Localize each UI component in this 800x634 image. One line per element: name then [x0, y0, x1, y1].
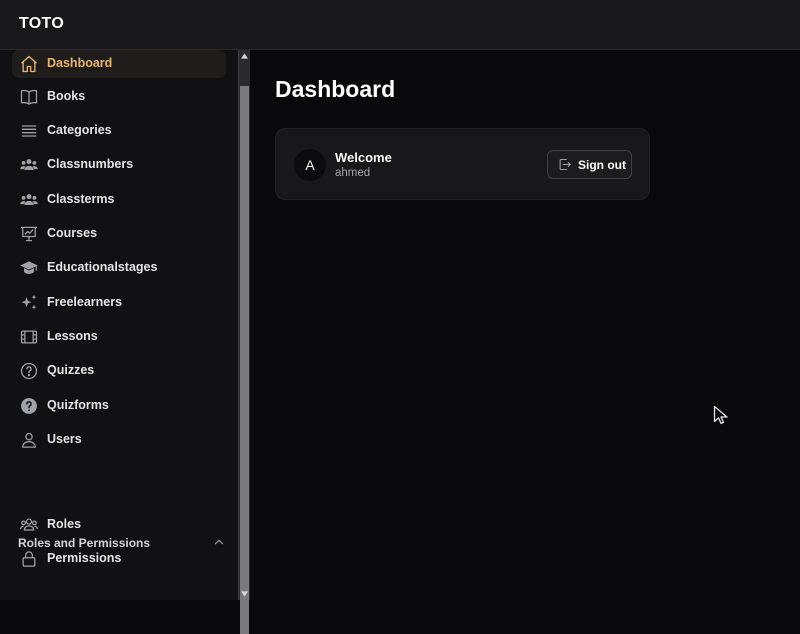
users-icon — [19, 515, 39, 535]
question-circle-icon — [19, 361, 39, 381]
sidebar-item-label: Educationalstages — [47, 260, 158, 274]
sidebar-item-label: Quizforms — [47, 398, 109, 412]
sidebar-item-courses[interactable]: Courses — [12, 220, 226, 248]
sparkles-icon — [19, 293, 39, 313]
username-text: ahmed — [335, 167, 371, 179]
sidebar-item-quizforms[interactable]: Quizforms — [12, 392, 226, 420]
sidebar-item-label: Classterms — [47, 192, 115, 206]
sidebar-item-dashboard[interactable]: Dashboard — [12, 50, 226, 78]
user-icon — [19, 430, 39, 450]
question-circle-solid-icon — [19, 396, 39, 416]
sidebar-item-label: Courses — [47, 226, 98, 240]
sidebar-item-categories[interactable]: Categories — [12, 117, 226, 145]
scroll-down-arrow-icon[interactable] — [241, 591, 248, 597]
user-group-icon — [19, 155, 39, 175]
presentation-chart-icon — [19, 224, 39, 244]
lock-icon — [19, 549, 39, 569]
sidebar-item-educationalstages[interactable]: Educationalstages — [12, 254, 226, 282]
app-brand[interactable]: TOTO — [19, 15, 64, 33]
welcome-heading: Welcome — [335, 150, 392, 165]
list-icon — [19, 121, 39, 141]
sidebar-item-classterms[interactable]: Classterms — [12, 186, 226, 214]
welcome-card: A Welcome ahmed Sign out — [275, 128, 650, 200]
scroll-up-arrow-icon[interactable] — [241, 53, 248, 59]
sidebar-scrollbar[interactable] — [238, 50, 250, 634]
sidebar-item-quizzes[interactable]: Quizzes — [12, 357, 226, 385]
sidebar-item-label: Quizzes — [47, 363, 95, 377]
sidebar-item-label: Roles — [47, 517, 82, 531]
user-group-icon — [19, 190, 39, 210]
sidebar-item-freelearners[interactable]: Freelearners — [12, 289, 226, 317]
page-title: Dashboard — [275, 76, 396, 102]
academic-cap-icon — [19, 258, 39, 278]
book-open-icon — [19, 87, 39, 107]
sidebar-item-label: Categories — [47, 123, 112, 137]
avatar: A — [294, 149, 326, 181]
mouse-cursor-icon — [713, 405, 728, 425]
home-icon — [19, 54, 39, 74]
sidebar-item-roles[interactable]: Roles — [12, 511, 226, 539]
scrollbar-thumb[interactable] — [240, 86, 249, 634]
sidebar-item-label: Dashboard — [47, 56, 113, 70]
sidebar-item-label: Permissions — [47, 551, 122, 565]
sidebar-item-label: Lessons — [47, 329, 98, 343]
sign-out-button[interactable]: Sign out — [547, 150, 632, 179]
sidebar-item-users[interactable]: Users — [12, 426, 226, 454]
sign-out-icon — [557, 157, 572, 172]
sidebar-item-label: Books — [47, 89, 86, 103]
sign-out-label: Sign out — [578, 158, 626, 172]
sidebar-item-classnumbers[interactable]: Classnumbers — [12, 151, 226, 179]
sidebar-item-permissions[interactable]: Permissions — [12, 545, 226, 573]
sidebar: Dashboard Books Categories Classnumbers … — [0, 50, 238, 600]
sidebar-item-books[interactable]: Books — [12, 83, 226, 111]
sidebar-item-label: Classnumbers — [47, 157, 134, 171]
sidebar-item-lessons[interactable]: Lessons — [12, 323, 226, 351]
sidebar-item-label: Freelearners — [47, 295, 123, 309]
top-bar: TOTO — [0, 0, 800, 50]
film-icon — [19, 327, 39, 347]
sidebar-item-label: Users — [47, 432, 82, 446]
